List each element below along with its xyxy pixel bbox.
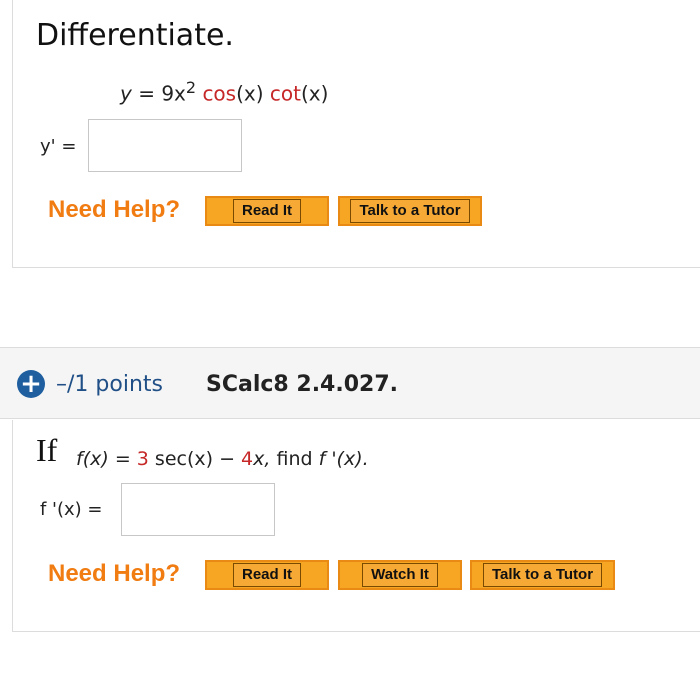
eq-cot-arg: (x)	[300, 81, 329, 106]
read-it-button-1[interactable]: Read It	[205, 196, 329, 226]
answer-label-2: f '(x) =	[40, 499, 103, 520]
watch-it-button[interactable]: Watch It	[338, 560, 462, 590]
problem1-equation: y = 9x2 cos(x) cot(x)	[120, 78, 328, 106]
q-coef2: 4	[241, 448, 254, 470]
talk-to-tutor-label-1: Talk to a Tutor	[350, 199, 470, 223]
eq-cot: cot	[269, 81, 301, 106]
q-sec: sec(x)	[154, 448, 214, 470]
q-eq: =	[114, 448, 131, 470]
eq-exp: 2	[185, 78, 197, 97]
eq-equals: =	[138, 81, 155, 106]
need-help-label-2: Need Help?	[48, 560, 181, 587]
q-coef1: 3	[136, 448, 149, 470]
talk-to-tutor-button-2[interactable]: Talk to a Tutor	[470, 560, 615, 590]
talk-to-tutor-label-2: Talk to a Tutor	[482, 563, 603, 587]
q-x: x,	[253, 448, 271, 470]
eq-lhs: y	[120, 81, 132, 106]
need-help-label-1: Need Help?	[48, 196, 181, 223]
read-it-label-2: Read It	[232, 563, 301, 587]
eq-cos-arg: (x)	[236, 81, 264, 106]
points-label: –/1 points	[56, 372, 163, 397]
answer-input-2[interactable]	[121, 483, 275, 536]
if-word: If	[36, 432, 58, 468]
answer-label-1: y' =	[40, 136, 77, 157]
watch-it-label: Watch It	[362, 563, 438, 587]
plus-circle-icon[interactable]: +	[17, 370, 45, 398]
eq-cos: cos	[202, 81, 237, 106]
q-fpx: f '(x).	[318, 448, 369, 470]
problem-code: SCalc8 2.4.027.	[206, 372, 398, 397]
q-find: find	[276, 448, 313, 470]
problem2-question: f(x) = 3 sec(x) − 4x, find f '(x).	[76, 448, 369, 470]
q-fx: f(x)	[76, 448, 109, 470]
eq-coeff: 9x	[161, 81, 186, 106]
read-it-button-2[interactable]: Read It	[205, 560, 329, 590]
problem1-title: Differentiate.	[36, 18, 234, 53]
talk-to-tutor-button-1[interactable]: Talk to a Tutor	[338, 196, 482, 226]
q-minus: −	[219, 448, 235, 470]
read-it-label-1: Read It	[232, 199, 301, 223]
answer-input-1[interactable]	[88, 119, 242, 172]
